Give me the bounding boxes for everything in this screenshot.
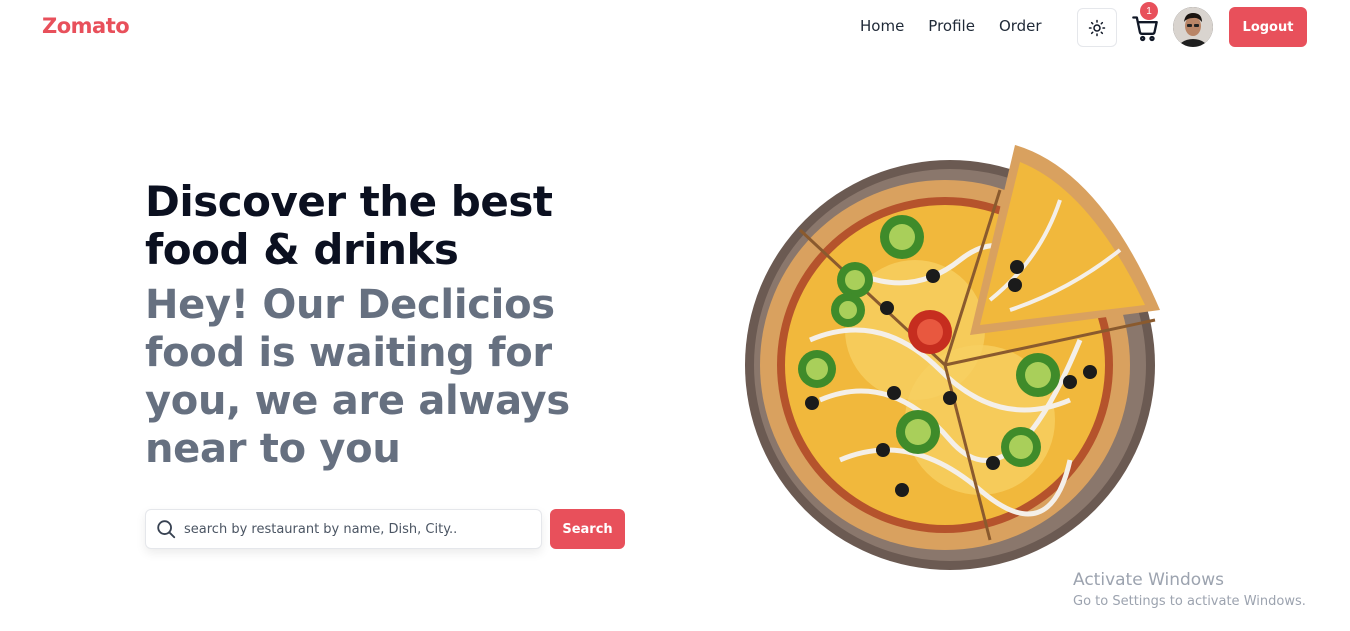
brand-logo[interactable]: Zomato xyxy=(42,14,130,38)
nav-order[interactable]: Order xyxy=(999,17,1042,35)
search-bar xyxy=(145,509,542,549)
search-input[interactable] xyxy=(184,510,534,548)
sun-icon xyxy=(1088,19,1106,36)
nav-profile[interactable]: Profile xyxy=(928,17,975,35)
nav-home[interactable]: Home xyxy=(860,17,904,35)
user-avatar[interactable] xyxy=(1173,7,1213,47)
search-button[interactable]: Search xyxy=(550,509,625,549)
theme-toggle-button[interactable] xyxy=(1077,8,1117,47)
watermark-title: Activate Windows xyxy=(1073,570,1224,590)
pizza-image xyxy=(745,145,1160,570)
hero-title: Discover the best food & drinks xyxy=(145,177,553,274)
avatar-image xyxy=(1173,7,1213,47)
search-icon xyxy=(157,520,176,539)
watermark-subtitle: Go to Settings to activate Windows. xyxy=(1073,594,1306,609)
hero-subtitle: Hey! Our Declicios food is waiting for y… xyxy=(145,282,570,472)
cart-count-badge: 1 xyxy=(1140,2,1158,20)
windows-activation-watermark: Activate Windows Go to Settings to activ… xyxy=(1073,570,1306,609)
logout-button[interactable]: Logout xyxy=(1229,7,1307,47)
main-nav: Home Profile Order xyxy=(860,17,1042,35)
top-navbar: Zomato Home Profile Order 1 Logout xyxy=(0,0,1350,56)
